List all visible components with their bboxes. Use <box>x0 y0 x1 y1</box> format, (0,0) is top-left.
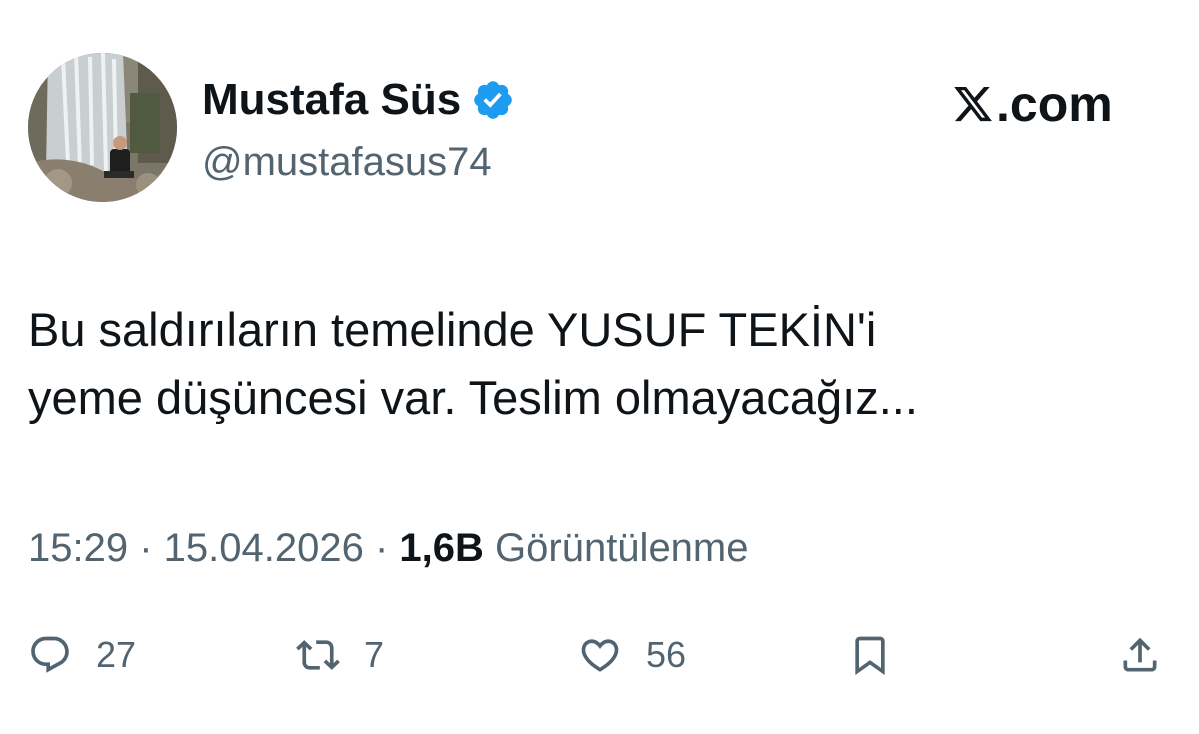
share-upload-icon <box>1123 637 1157 672</box>
author-handle[interactable]: @mustafasus74 <box>202 136 492 188</box>
reply-count: 27 <box>96 634 137 675</box>
repost-arrows-icon <box>296 640 340 670</box>
tweet-date[interactable]: 15.04.2026 <box>164 526 364 570</box>
author-name-text: Mustafa Süs <box>202 75 462 124</box>
bookmark-button[interactable] <box>848 626 892 684</box>
meta-separator: · <box>128 526 164 570</box>
like-button[interactable]: 56 <box>578 626 686 684</box>
repost-count: 7 <box>364 634 385 675</box>
views-count[interactable]: 1,6B <box>399 526 484 570</box>
views-label: Görüntülenme <box>483 526 749 570</box>
bookmark-icon <box>855 636 885 676</box>
tweet-time[interactable]: 15:29 <box>28 526 128 570</box>
author-display-name[interactable]: Mustafa Süs <box>202 72 515 128</box>
brand-label: .com <box>996 76 1113 132</box>
tweet-text: Bu saldırıların temelinde YUSUF TEKİN'i … <box>28 303 918 424</box>
x-logo-icon <box>954 86 992 122</box>
like-count: 56 <box>646 634 687 675</box>
tweet-meta: 15:29 · 15.04.2026 · 1,6B Görüntülenme <box>28 522 749 574</box>
x-brand: .com <box>952 76 1113 132</box>
heart-icon <box>581 639 619 672</box>
avatar-photo <box>28 53 177 202</box>
share-button[interactable] <box>1118 626 1162 684</box>
reply-button[interactable]: 27 <box>28 626 136 684</box>
avatar[interactable] <box>28 53 177 202</box>
repost-button[interactable]: 7 <box>296 626 384 684</box>
meta-separator: · <box>363 526 400 570</box>
speech-bubble-icon <box>31 636 69 673</box>
verified-badge-icon <box>474 81 512 119</box>
